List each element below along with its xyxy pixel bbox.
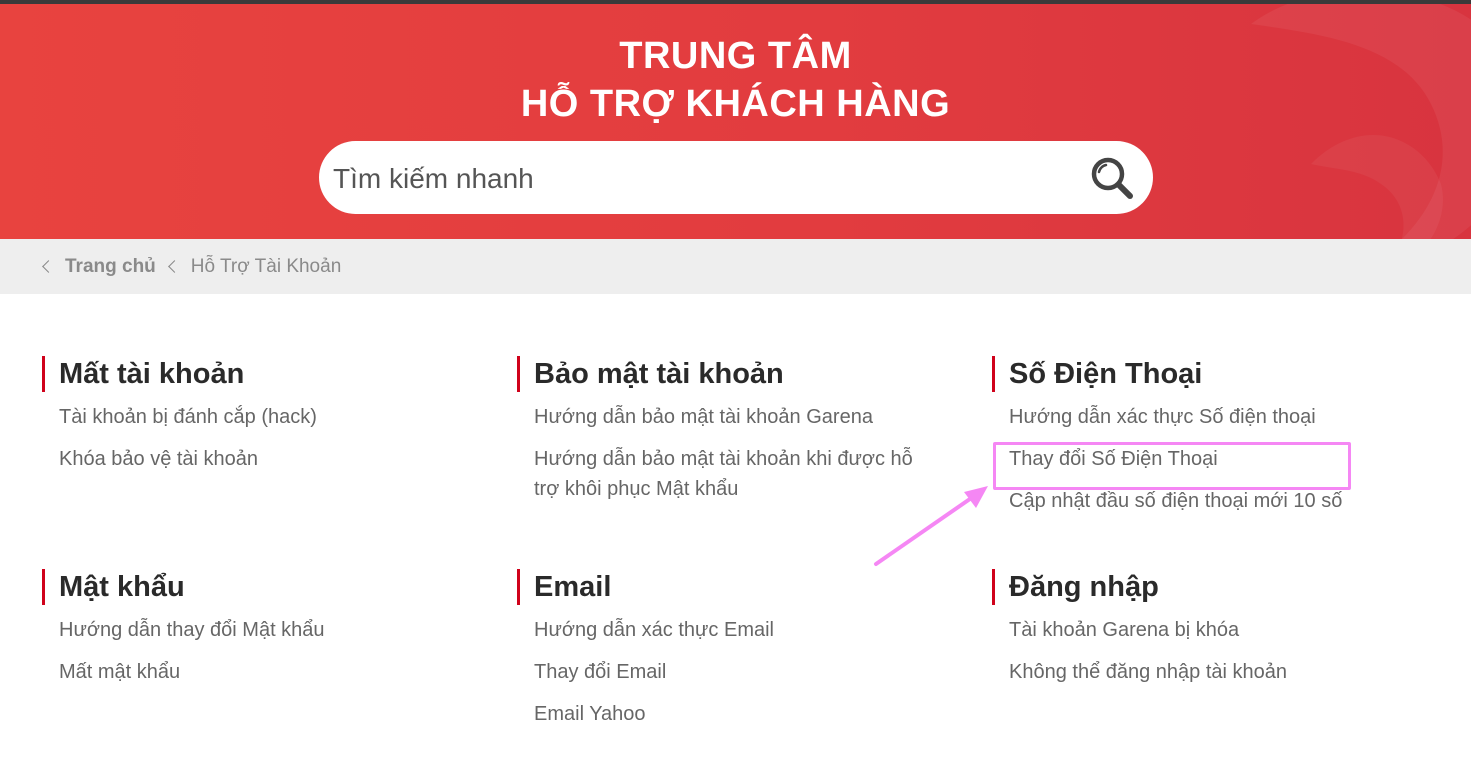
- hero-banner: TRUNG TÂM HỖ TRỢ KHÁCH HÀNG: [0, 4, 1471, 239]
- breadcrumb-home-link[interactable]: Trang chủ: [65, 256, 156, 278]
- search-bar: [319, 141, 1153, 214]
- title-line-1: TRUNG TÂM: [619, 35, 852, 77]
- link-garena-security-guide[interactable]: Hướng dẫn bảo mật tài khoản Garena: [534, 402, 934, 432]
- link-lost-password[interactable]: Mất mật khẩu: [59, 657, 459, 687]
- breadcrumb-current: Hỗ Trợ Tài Khoản: [190, 255, 342, 277]
- link-change-password-guide[interactable]: Hướng dẫn thay đổi Mật khẩu: [59, 615, 459, 645]
- link-account-protection-lock[interactable]: Khóa bảo vệ tài khoản: [59, 444, 459, 474]
- title-line-2: HỖ TRỢ KHÁCH HÀNG: [520, 83, 951, 125]
- link-cannot-login[interactable]: Không thể đăng nhập tài khoản: [1009, 657, 1409, 687]
- section-title: Bảo mật tài khoản: [534, 358, 784, 390]
- section-accent-bar: [42, 356, 45, 392]
- search-input[interactable]: [331, 151, 1075, 206]
- link-hacked-account[interactable]: Tài khoản bị đánh cắp (hack): [59, 402, 459, 432]
- section-title: Email: [534, 571, 612, 603]
- link-change-phone[interactable]: Thay đổi Số Điện Thoại: [1009, 444, 1409, 474]
- section-accent-bar: [517, 356, 520, 392]
- section-title: Số Điện Thoại: [1009, 358, 1203, 390]
- section-accent-bar: [992, 356, 995, 392]
- link-verify-email[interactable]: Hướng dẫn xác thực Email: [534, 615, 934, 645]
- section-accent-bar: [517, 569, 520, 605]
- link-verify-phone[interactable]: Hướng dẫn xác thực Số điện thoại: [1009, 402, 1409, 432]
- section-accent-bar: [992, 569, 995, 605]
- link-change-email[interactable]: Thay đổi Email: [534, 657, 934, 687]
- link-garena-account-locked[interactable]: Tài khoản Garena bị khóa: [1009, 615, 1409, 645]
- chevron-left-icon: [167, 260, 181, 273]
- link-security-after-recovery[interactable]: Hướng dẫn bảo mật tài khoản khi được hỗ …: [534, 444, 934, 504]
- link-update-10-digit-phone[interactable]: Cập nhật đầu số điện thoại mới 10 số: [1009, 486, 1409, 516]
- section-title: Mật khẩu: [59, 571, 185, 603]
- page-title: TRUNG TÂM HỖ TRỢ KHÁCH HÀNG: [0, 32, 1471, 128]
- search-icon[interactable]: [1089, 155, 1135, 201]
- section-title: Mất tài khoản: [59, 358, 245, 390]
- chevron-left-icon: [42, 260, 55, 273]
- section-accent-bar: [42, 569, 45, 605]
- link-email-yahoo[interactable]: Email Yahoo: [534, 699, 934, 729]
- section-title: Đăng nhập: [1009, 571, 1159, 603]
- breadcrumb: Trang chủ Hỗ Trợ Tài Khoản: [0, 239, 1471, 294]
